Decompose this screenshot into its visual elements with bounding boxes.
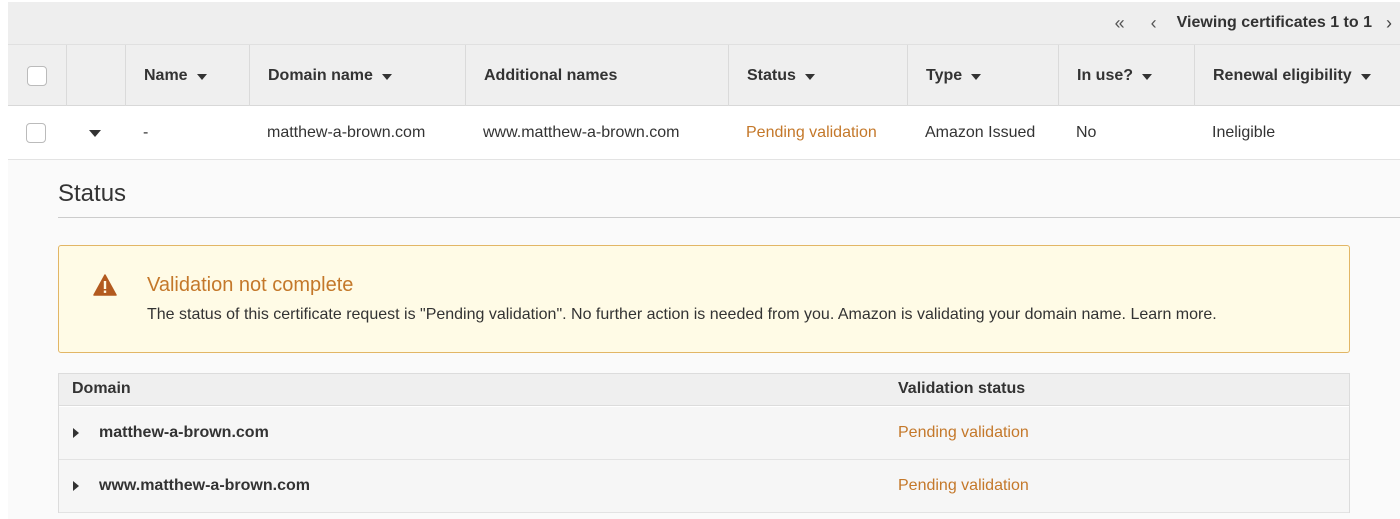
column-header-domain-name-label: Domain name: [268, 66, 373, 84]
certificates-table-header: Name Domain name Additional names Status…: [8, 44, 1400, 106]
alert-message: The status of this certificate request i…: [147, 306, 1217, 324]
certificate-manager-view: « ‹ Viewing certificates 1 to 1 › Name D…: [0, 0, 1400, 519]
certificate-details-panel: Status Validation not complete The statu…: [8, 160, 1400, 519]
column-header-in-use[interactable]: In use?: [1058, 45, 1194, 106]
pagination-text: Viewing certificates 1 to 1: [1176, 14, 1372, 31]
sort-caret-icon: [971, 73, 982, 80]
expand-caret-icon[interactable]: [89, 129, 101, 137]
first-page-icon[interactable]: «: [1103, 2, 1137, 44]
section-divider: [58, 217, 1400, 218]
learn-more-link[interactable]: Learn more.: [1130, 306, 1216, 323]
sort-caret-icon: [196, 73, 207, 80]
row-in-use: No: [1076, 124, 1097, 141]
sort-caret-icon: [1360, 73, 1371, 80]
column-header-validation-status: Validation status: [898, 380, 1026, 397]
column-header-renewal-eligibility[interactable]: Renewal eligibility: [1194, 45, 1400, 106]
select-all-checkbox[interactable]: [27, 65, 47, 86]
validation-status: Pending validation: [898, 477, 1029, 494]
validation-row[interactable]: www.matthew-a-brown.com Pending validati…: [59, 460, 1349, 513]
column-header-type[interactable]: Type: [907, 45, 1058, 106]
validation-domain: matthew-a-brown.com: [99, 424, 269, 441]
validation-table-header: Domain Validation status: [59, 374, 1349, 406]
row-additional-names: www.matthew-a-brown.com: [483, 124, 680, 141]
row-domain-name: matthew-a-brown.com: [267, 124, 426, 141]
warning-icon: [93, 274, 117, 296]
row-renewal-eligibility: Ineligible: [1212, 124, 1276, 141]
column-header-name-label: Name: [144, 66, 188, 84]
row-status: Pending validation: [746, 124, 877, 141]
header-select-cell: [8, 45, 66, 106]
expand-arrow-icon[interactable]: [73, 481, 79, 491]
sort-caret-icon: [381, 73, 392, 80]
domain-validation-table: Domain Validation status matthew-a-brown…: [58, 373, 1350, 513]
validation-alert: Validation not complete The status of th…: [58, 245, 1350, 353]
header-expand-cell: [66, 45, 125, 106]
validation-status: Pending validation: [898, 424, 1029, 441]
row-checkbox[interactable]: [26, 123, 46, 143]
alert-message-text: The status of this certificate request i…: [147, 306, 1126, 323]
column-header-domain-name[interactable]: Domain name: [249, 45, 465, 106]
column-header-domain: Domain: [72, 380, 131, 397]
column-header-name[interactable]: Name: [125, 45, 249, 106]
column-header-status[interactable]: Status: [728, 45, 907, 106]
expand-arrow-icon[interactable]: [73, 428, 79, 438]
alert-title: Validation not complete: [147, 274, 354, 296]
sort-caret-icon: [1142, 73, 1153, 80]
row-expand-cell: [89, 106, 101, 160]
column-header-additional-names: Additional names: [465, 45, 728, 106]
next-page-icon[interactable]: ›: [1386, 13, 1392, 34]
column-header-renewal-label: Renewal eligibility: [1213, 66, 1352, 84]
sort-caret-icon: [804, 73, 815, 80]
column-header-status-label: Status: [747, 66, 796, 84]
row-name: -: [143, 124, 149, 141]
column-header-type-label: Type: [926, 66, 963, 84]
validation-domain: www.matthew-a-brown.com: [99, 477, 310, 494]
column-header-in-use-label: In use?: [1077, 66, 1134, 84]
column-header-additional-names-label: Additional names: [484, 66, 618, 84]
row-select-cell: [26, 106, 46, 160]
pagination-bar: « ‹ Viewing certificates 1 to 1 ›: [8, 2, 1400, 44]
row-type: Amazon Issued: [925, 124, 1036, 141]
certificate-row[interactable]: - matthew-a-brown.com www.matthew-a-brow…: [8, 106, 1400, 160]
previous-page-icon[interactable]: ‹: [1137, 2, 1171, 44]
validation-row[interactable]: matthew-a-brown.com Pending validation: [59, 407, 1349, 460]
section-title: Status: [58, 180, 127, 207]
